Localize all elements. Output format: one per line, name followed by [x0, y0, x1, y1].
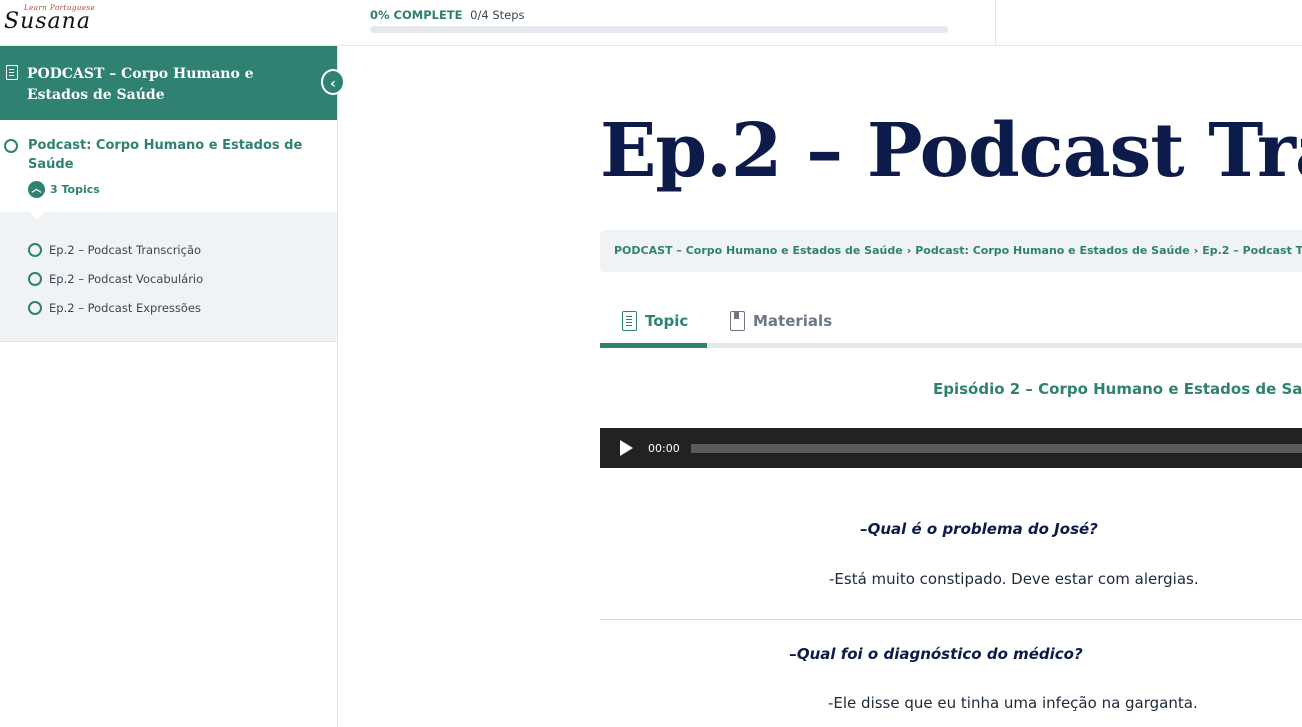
- breadcrumb-separator: ›: [1193, 244, 1199, 257]
- divider: [600, 619, 1302, 620]
- course-title[interactable]: PODCAST – Corpo Humano e Estados de Saúd…: [27, 64, 297, 106]
- breadcrumb: PODCAST – Corpo Humano e Estados de Saúd…: [600, 230, 1302, 272]
- document-icon: [6, 65, 18, 80]
- breadcrumb-separator: ›: [906, 244, 912, 257]
- transcript-question: –Qual foi o diagnóstico do médico?: [789, 645, 1083, 663]
- audio-player: 00:00: [600, 428, 1302, 468]
- course-header[interactable]: PODCAST – Corpo Humano e Estados de Saúd…: [0, 46, 345, 120]
- lesson-status-circle-icon: [4, 139, 18, 153]
- progress-bar: [370, 26, 948, 33]
- site-logo[interactable]: Learn Portuguese Susana: [4, 3, 108, 41]
- topic-status-circle-icon: [28, 271, 42, 286]
- transcript-answer: -Ele disse que eu tinha uma infeção na g…: [828, 694, 1198, 712]
- sidebar-collapse-button[interactable]: ‹: [321, 69, 345, 95]
- audio-progress-rail[interactable]: [691, 444, 1302, 453]
- topic-item[interactable]: Ep.2 – Podcast Expressões: [0, 293, 337, 322]
- topic-item[interactable]: Ep.2 – Podcast Transcrição: [0, 235, 337, 264]
- breadcrumb-link-course[interactable]: PODCAST – Corpo Humano e Estados de Saúd…: [614, 244, 903, 257]
- main-content: Ep.2 – Podcast Transcrição PODCAST – Cor…: [600, 46, 1302, 727]
- chevron-left-icon: ‹: [330, 76, 336, 92]
- transcript-answer: -Está muito constipado. Deve estar com a…: [829, 570, 1199, 588]
- course-progress: 0% COMPLETE 0/4 Steps: [370, 8, 950, 33]
- tab-materials[interactable]: Materials: [730, 298, 832, 344]
- audio-current-time: 00:00: [648, 442, 680, 455]
- book-icon: [730, 311, 745, 331]
- topic-label[interactable]: Ep.2 – Podcast Vocabulário: [49, 272, 203, 286]
- topic-label[interactable]: Ep.2 – Podcast Expressões: [49, 301, 201, 315]
- topic-label[interactable]: Ep.2 – Podcast Transcrição: [49, 243, 201, 257]
- topics-count-label: 3 Topics: [50, 183, 100, 196]
- progress-steps: 0/4 Steps: [470, 8, 525, 22]
- document-icon: [622, 311, 637, 331]
- topics-toggle[interactable]: ︿ 3 Topics: [28, 181, 317, 198]
- lesson-title[interactable]: Podcast: Corpo Humano e Estados de Saúde: [28, 136, 317, 174]
- topic-item[interactable]: Ep.2 – Podcast Vocabulário: [0, 264, 337, 293]
- progress-percent: 0% COMPLETE: [370, 8, 463, 22]
- tab-materials-label: Materials: [753, 312, 833, 330]
- lesson-item[interactable]: Podcast: Corpo Humano e Estados de Saúde…: [0, 120, 337, 212]
- page-title: Ep.2 – Podcast Transcrição: [600, 108, 1302, 194]
- play-icon[interactable]: [620, 440, 633, 456]
- chevron-up-icon: ︿: [28, 181, 45, 198]
- tab-topic[interactable]: Topic: [622, 298, 688, 344]
- topbar-divider: [995, 0, 996, 46]
- transcript-question: –Qual é o problema do José?: [860, 520, 1098, 538]
- episode-heading: Episódio 2 – Corpo Humano e Estados de S…: [933, 380, 1302, 398]
- logo-script-name: Susana: [4, 9, 91, 34]
- topic-status-circle-icon: [28, 300, 42, 315]
- breadcrumb-link-topic[interactable]: Ep.2 – Podcast Transcrição: [1202, 244, 1302, 257]
- topic-status-circle-icon: [28, 242, 42, 257]
- tab-active-indicator: [600, 343, 707, 348]
- topics-list: Ep.2 – Podcast Transcrição Ep.2 – Podcas…: [0, 211, 337, 342]
- breadcrumb-link-lesson[interactable]: Podcast: Corpo Humano e Estados de Saúde: [915, 244, 1189, 257]
- tab-topic-label: Topic: [645, 312, 689, 330]
- content-tabs: Topic Materials: [600, 298, 1302, 348]
- top-bar: Learn Portuguese Susana 0% COMPLETE 0/4 …: [0, 0, 1302, 46]
- course-sidebar: PODCAST – Corpo Humano e Estados de Saúd…: [0, 46, 345, 727]
